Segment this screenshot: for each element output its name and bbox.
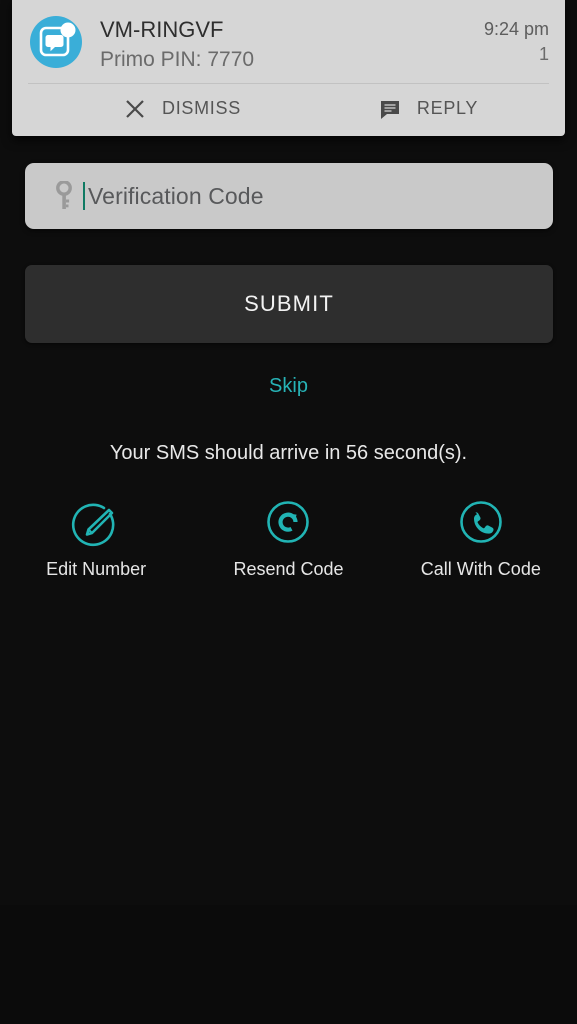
notification-text: VM-RINGVF Primo PIN: 7770	[100, 14, 472, 73]
edit-pencil-circle-icon	[72, 503, 115, 547]
text-caret	[83, 182, 85, 210]
close-icon	[126, 100, 144, 118]
phone-circle-icon	[460, 501, 502, 543]
notification-meta: 9:24 pm 1	[484, 14, 549, 68]
call-with-code-action[interactable]: Call With Code	[385, 495, 577, 580]
reply-message-icon	[380, 100, 399, 119]
verification-code-placeholder: Verification Code	[88, 182, 264, 209]
call-with-code-label: Call With Code	[420, 559, 541, 579]
reply-label: REPLY	[416, 98, 479, 119]
sms-arrival-notice: Your SMS should arrive in 56 second(s).	[109, 442, 468, 464]
phone-screen: Verification Code SUBMIT Skip Your SMS s…	[0, 0, 577, 1024]
verification-screen: Verification Code SUBMIT Skip Your SMS s…	[0, 0, 577, 1024]
reply-button[interactable]: REPLY	[379, 98, 478, 120]
submit-button[interactable]: SUBMIT	[25, 265, 553, 343]
verification-code-input[interactable]: Verification Code	[25, 163, 553, 229]
verification-actions: Edit Number Resend Code Call With Code	[0, 495, 577, 580]
notification-content: VM-RINGVF Primo PIN: 7770 9:24 pm 1	[12, 0, 565, 83]
message-bubble-icon	[30, 16, 82, 68]
refresh-circle-icon	[267, 501, 310, 543]
notification-actions: DISMISS REPLY	[12, 84, 565, 136]
key-icon	[56, 181, 72, 209]
resend-code-label: Resend Code	[233, 559, 344, 579]
skip-link[interactable]: Skip	[0, 375, 577, 398]
resend-code-action[interactable]: Resend Code	[192, 495, 384, 580]
notification-title: VM-RINGVF	[100, 17, 224, 42]
edit-number-label: Edit Number	[46, 559, 147, 579]
dismiss-button[interactable]: DISMISS	[124, 98, 241, 120]
notification-count-badge: 1	[538, 44, 549, 65]
lower-background-band	[0, 905, 577, 1024]
edit-number-action[interactable]: Edit Number	[0, 495, 192, 580]
notification-timestamp: 9:24 pm	[483, 19, 549, 39]
heads-up-notification[interactable]: VM-RINGVF Primo PIN: 7770 9:24 pm 1 DISM…	[12, 0, 565, 136]
dismiss-label: DISMISS	[162, 98, 241, 119]
notification-body: Primo PIN: 7770	[100, 47, 255, 71]
